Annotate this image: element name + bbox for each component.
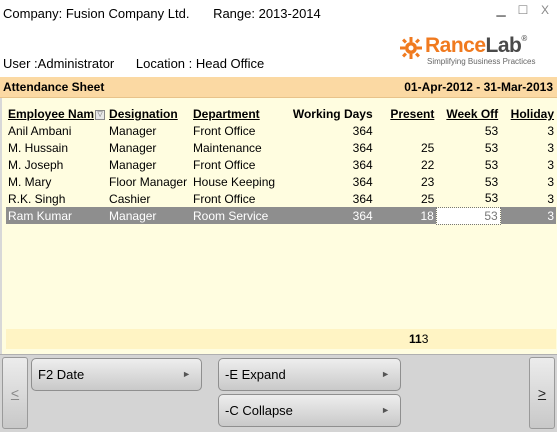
cell-department: Room Service bbox=[191, 207, 285, 224]
user-label: User :Administrator bbox=[3, 56, 115, 71]
cell-working-days: 364 bbox=[352, 191, 373, 206]
expand-button[interactable]: -E Expand ► bbox=[218, 358, 401, 391]
report-title-bar: Attendance Sheet 01-Apr-2012 - 31-Mar-20… bbox=[0, 77, 557, 98]
report-title: Attendance Sheet bbox=[3, 80, 105, 94]
cell-employee: R.K. Singh bbox=[8, 191, 66, 206]
close-icon[interactable]: X bbox=[539, 3, 551, 17]
range-label: Range: 2013-2014 bbox=[213, 6, 321, 21]
cell-working-days: 364 bbox=[352, 140, 373, 155]
header: Company: Fusion Company Ltd. Range: 2013… bbox=[0, 0, 557, 77]
cell-present: 25 bbox=[421, 140, 435, 155]
cell-holiday: 3 bbox=[547, 157, 554, 172]
company-name: Company: Fusion Company Ltd. bbox=[3, 6, 190, 21]
table-row[interactable]: M. Joseph Manager Front Office 364 22 53… bbox=[6, 156, 556, 173]
cell-present: 18 bbox=[374, 207, 437, 224]
logo-tagline: Simplifying Business Practices bbox=[427, 57, 536, 66]
cell-week-off: 53 bbox=[484, 191, 499, 206]
table-row[interactable]: R.K. Singh Cashier Front Office 364 25 5… bbox=[6, 190, 556, 207]
cell-holiday: 3 bbox=[547, 174, 554, 189]
cell-employee: M. Hussain bbox=[8, 140, 69, 155]
date-button[interactable]: F2 Date ► bbox=[31, 358, 202, 391]
cell-holiday: 3 bbox=[547, 140, 554, 155]
cell-employee: Anil Ambani bbox=[8, 123, 72, 138]
column-header-present[interactable]: Present bbox=[375, 106, 437, 122]
table-body: Anil Ambani Manager Front Office 364 53 … bbox=[6, 122, 556, 225]
cell-holiday: 3 bbox=[500, 207, 556, 224]
table-row-selected[interactable]: Ram Kumar Manager Room Service 364 18 53… bbox=[6, 206, 556, 225]
user-info: User :Administrator Location : Head Offi… bbox=[3, 56, 264, 71]
cell-week-off: 53 bbox=[484, 157, 499, 172]
window-controls: ▁ ☐ X bbox=[495, 3, 551, 17]
cell-working-days: 364 bbox=[352, 157, 373, 172]
collapse-button[interactable]: -C Collapse ► bbox=[218, 394, 401, 427]
cell-employee: Ram Kumar bbox=[6, 207, 108, 224]
arrow-right-icon: ► bbox=[381, 369, 390, 379]
previous-page-button[interactable]: < bbox=[2, 357, 28, 429]
cell-department: Front Office bbox=[193, 123, 256, 138]
cell-week-off: 53 bbox=[484, 174, 499, 189]
present-total: 113 bbox=[409, 332, 429, 346]
cell-week-off-focused[interactable]: 53 bbox=[435, 206, 501, 225]
cell-present: 25 bbox=[421, 191, 435, 206]
table-header-row: Employee Nam ▽ Designation Department Wor… bbox=[6, 106, 556, 122]
column-header-holiday[interactable]: Holiday bbox=[500, 106, 556, 122]
cell-present: 22 bbox=[421, 157, 435, 172]
arrow-right-icon: ► bbox=[381, 405, 390, 415]
column-header-designation[interactable]: Designation bbox=[107, 106, 191, 122]
cell-working-days: 364 bbox=[284, 207, 375, 224]
gear-logo-icon bbox=[400, 37, 422, 59]
column-header-week-off[interactable]: Week Off bbox=[436, 106, 500, 122]
cell-designation: Floor Manager bbox=[109, 174, 188, 189]
filter-icon[interactable]: ▽ bbox=[95, 109, 106, 120]
table-row[interactable]: Anil Ambani Manager Front Office 364 53 … bbox=[6, 122, 556, 139]
cell-week-off: 53 bbox=[484, 140, 499, 155]
location-label: Location : Head Office bbox=[135, 56, 265, 71]
cell-designation: Cashier bbox=[109, 191, 151, 206]
minimize-icon[interactable]: ▁ bbox=[495, 3, 507, 17]
column-header-working-days[interactable]: Working Days bbox=[285, 106, 375, 122]
cell-employee: M. Mary bbox=[8, 174, 52, 189]
button-bar: < F2 Date ► -E Expand ► -C Collapse ► > bbox=[0, 354, 557, 432]
cell-department: House Keeping bbox=[193, 174, 276, 189]
cell-designation: Manager bbox=[109, 157, 157, 172]
cell-designation: Manager bbox=[109, 140, 157, 155]
cell-week-off: 53 bbox=[484, 123, 499, 138]
logo-wordmark: RanceLab® bbox=[425, 34, 527, 57]
cell-designation: Manager bbox=[109, 123, 157, 138]
column-header-department[interactable]: Department bbox=[191, 106, 285, 122]
cell-department: Front Office bbox=[193, 191, 256, 206]
column-header-employee[interactable]: Employee Nam ▽ bbox=[6, 106, 107, 122]
table-row[interactable]: M. Hussain Manager Maintenance 364 25 53… bbox=[6, 139, 556, 156]
totals-row: 113 bbox=[6, 329, 556, 349]
cell-working-days: 364 bbox=[352, 174, 373, 189]
report-period: 01-Apr-2012 - 31-Mar-2013 bbox=[404, 80, 553, 94]
cell-working-days: 364 bbox=[352, 123, 373, 138]
maximize-icon[interactable]: ☐ bbox=[517, 3, 529, 17]
cell-present: 23 bbox=[421, 174, 435, 189]
attendance-grid: Employee Nam ▽ Designation Department Wor… bbox=[0, 98, 557, 354]
next-page-button[interactable]: > bbox=[529, 357, 555, 429]
rancelab-logo: RanceLab® Simplifying Business Practices bbox=[399, 34, 549, 70]
cell-holiday: 3 bbox=[547, 191, 554, 206]
cell-present bbox=[375, 122, 437, 139]
cell-holiday: 3 bbox=[547, 123, 554, 138]
cell-employee: M. Joseph bbox=[8, 157, 64, 172]
company-info: Company: Fusion Company Ltd. Range: 2013… bbox=[3, 6, 321, 21]
arrow-right-icon: ► bbox=[182, 369, 191, 379]
cell-designation: Manager bbox=[107, 207, 191, 224]
attendance-table: Employee Nam ▽ Designation Department Wor… bbox=[6, 106, 556, 225]
table-row[interactable]: M. Mary Floor Manager House Keeping 364 … bbox=[6, 173, 556, 190]
cell-department: Maintenance bbox=[193, 140, 262, 155]
cell-department: Front Office bbox=[193, 157, 256, 172]
